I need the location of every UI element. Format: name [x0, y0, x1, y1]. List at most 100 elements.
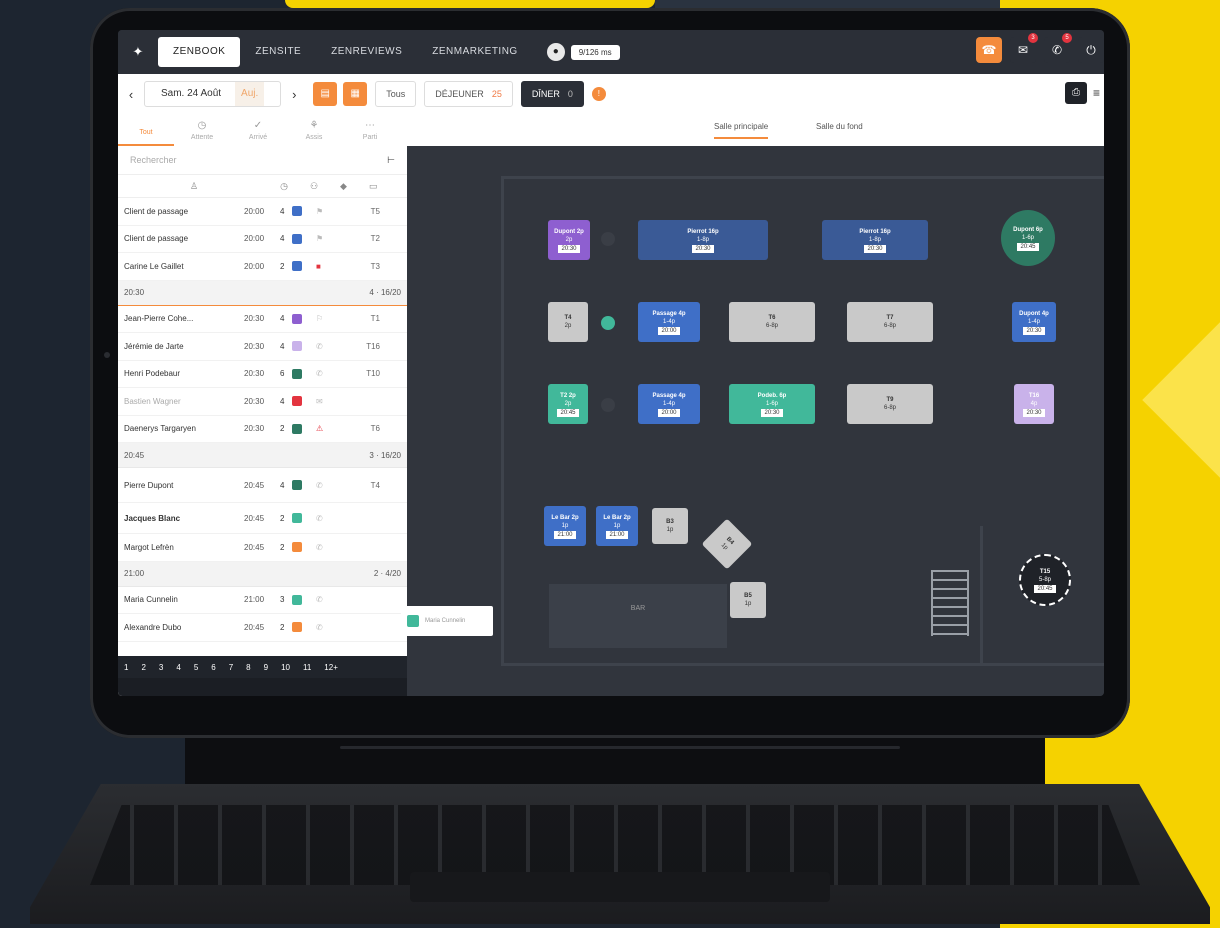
camera-dot [104, 352, 110, 358]
table-passage-4p-b[interactable]: Passage 4p 1-4p 20:00 [638, 384, 700, 424]
table-podeb-6p[interactable]: Podeb. 6p 1-6p 20:30 [729, 384, 815, 424]
prev-day-icon[interactable]: ‹ [118, 87, 144, 102]
account-button[interactable]: ⏻ [1078, 37, 1104, 63]
status-pill[interactable]: 9/126 ms [570, 44, 620, 60]
pager-item[interactable]: 1 [124, 663, 128, 672]
next-day-icon[interactable]: › [281, 87, 307, 102]
chat-icon[interactable]: ● [546, 43, 565, 61]
room-tab-main[interactable]: Salle principale [714, 122, 769, 139]
guests-icon[interactable]: ⚇ [310, 181, 318, 192]
tag-icon[interactable]: ◆ [340, 181, 347, 192]
table-b3[interactable]: B3 1p [652, 508, 688, 544]
pager-item[interactable]: 7 [229, 663, 233, 672]
seat-dot[interactable] [601, 398, 615, 412]
list-item[interactable]: Daenerys Targaryen 20:30 2 ⚠ T6 [118, 416, 407, 443]
list-item[interactable]: Client de passage 20:00 4 ⚑ T5 [118, 198, 407, 226]
phone-button[interactable]: ☎ [976, 37, 1002, 63]
status-badge [292, 480, 302, 490]
today-button[interactable]: Auj. [235, 82, 265, 106]
menu-lines-icon[interactable]: ≡ [1093, 86, 1100, 100]
pager-item[interactable]: 9 [264, 663, 268, 672]
time-group-header[interactable]: 21:00 2 · 4/20 [118, 561, 407, 587]
pager-item[interactable]: 5 [194, 663, 198, 672]
person-icon[interactable]: ♙ [190, 181, 198, 192]
table-t2-2p[interactable]: T2 2p 2p 20:45 [548, 384, 588, 424]
pager-item[interactable]: 3 [159, 663, 163, 672]
list-item[interactable]: Jean-Pierre Cohe... 20:30 4 ⚐ T1 [118, 306, 407, 333]
list-item[interactable]: Client de passage 20:00 4 ⚑ T2 [118, 226, 407, 253]
pager-item[interactable]: 4 [176, 663, 180, 672]
status-badge [292, 341, 302, 352]
time-group-header[interactable]: 20:30 4 · 16/20 [118, 280, 407, 306]
table-passage-4p[interactable]: Passage 4p 1-4p 20:00 [638, 302, 700, 342]
table-le-bar-2p[interactable]: Le Bar 2p 1p 21:00 [544, 506, 586, 546]
pager-item[interactable]: 12+ [324, 663, 338, 672]
top-navigation: ✦ ZENBOOK ZENSITE ZENREVIEWS ZENMARKETIN… [118, 30, 1104, 74]
background-dark-top [655, 0, 1000, 8]
table-le-bar-2p-b[interactable]: Le Bar 2p 1p 21:00 [596, 506, 638, 546]
filter-seated[interactable]: ⚘ Assis [286, 116, 342, 146]
table-t9[interactable]: T9 6-8p [847, 384, 933, 424]
date-picker[interactable]: Sam. 24 Août Auj. [144, 81, 282, 107]
table-t6[interactable]: T6 6-8p [729, 302, 815, 342]
list-item[interactable]: Bastien Wagner 20:30 4 ✉ [118, 388, 407, 416]
filter-all[interactable]: Tout [118, 116, 174, 146]
calls-button[interactable]: ✆ 5 [1044, 33, 1072, 63]
list-item[interactable]: Maria Cunnelin 21:00 3 ✆ [118, 587, 407, 614]
table-dupont-4p[interactable]: Dupont 4p 1-4p 20:30 [1012, 302, 1056, 342]
seat-dot[interactable] [601, 316, 615, 330]
inbox-button[interactable]: ✉ 3 [1010, 33, 1038, 63]
toolbar-right: ⎙ ≡ [1064, 82, 1100, 104]
info-icon[interactable]: ! [591, 87, 606, 101]
search-input[interactable]: Rechercher [130, 155, 177, 165]
hinge-line [340, 746, 900, 749]
collapse-icon[interactable]: ⊢ [387, 155, 395, 166]
table-t4[interactable]: T4 2p [548, 302, 588, 342]
list-item[interactable]: Carine Le Gaillet 20:00 2 ■ T3 [118, 253, 407, 281]
pager-item[interactable]: 8 [246, 663, 250, 672]
time-group-header[interactable]: 20:45 3 · 16/20 [118, 443, 407, 468]
pager-item[interactable]: 10 [281, 663, 290, 672]
table-b5[interactable]: B5 1p [730, 582, 766, 618]
filter-arrived[interactable]: ✓ Arrivé [230, 116, 286, 146]
list-item[interactable]: Jérémie de Jarte 20:30 4 ✆ T16 [118, 333, 407, 361]
menu-icon[interactable]: ✦ [118, 44, 158, 60]
seat-dot[interactable] [601, 232, 615, 246]
room-tab-back[interactable]: Salle du fond [816, 122, 863, 137]
filter-waiting[interactable]: ◷ Attente [174, 116, 230, 146]
tab-zenbook[interactable]: ZENBOOK [158, 37, 241, 67]
search-bar[interactable]: Rechercher ⊢ [118, 146, 407, 175]
table-t16[interactable]: T16 4p 20:30 [1014, 384, 1054, 424]
table-pierrot-16p[interactable]: Pierrot 16p 1-8p 20:30 [638, 220, 768, 260]
table-t15[interactable]: T15 5-8p 20:45 [1019, 554, 1071, 606]
list-item[interactable]: Henri Podebaur 20:30 6 ✆ T10 [118, 361, 407, 388]
table-pierrot-16p-b[interactable]: Pierrot 16p 1-8p 20:30 [822, 220, 928, 260]
status-badge [292, 261, 302, 272]
table-icon[interactable]: ▭ [369, 181, 378, 192]
tab-zenreviews[interactable]: ZENREVIEWS [316, 37, 417, 67]
list-item[interactable]: Jacques Blanc 20:45 2 ✆ [118, 503, 407, 534]
print-icon[interactable]: ⎙ [1064, 82, 1087, 104]
list-item[interactable]: Pierre Dupont 20:45 4 ✆ T4 [118, 468, 407, 503]
calendar-icon[interactable]: ▦ [343, 82, 368, 106]
service-lunch[interactable]: DÉJEUNER 25 [424, 81, 513, 107]
table-dupont-6p[interactable]: Dupont 6p 1-6p 20:45 [1001, 210, 1055, 266]
pager-secondary [118, 678, 407, 696]
list-item[interactable]: Alexandre Dubo 20:45 2 ✆ [118, 614, 407, 642]
tab-zenmarketing[interactable]: ZENMARKETING [417, 37, 532, 67]
status-badge [292, 423, 302, 434]
list-view-icon[interactable]: ▤ [313, 82, 338, 106]
pager-item[interactable]: 11 [303, 663, 311, 672]
trackpad [410, 872, 830, 902]
tab-zensite[interactable]: ZENSITE [240, 37, 316, 67]
pager-item[interactable]: 2 [141, 663, 145, 672]
service-dinner[interactable]: DÎNER 0 [520, 81, 584, 107]
table-dupont-2p[interactable]: Dupont 2p 2p 20:30 [548, 220, 590, 260]
list-item[interactable]: Margot Lefrèn 20:45 2 ✆ [118, 534, 407, 562]
drag-preview-card[interactable]: Maria Cunnelin [401, 606, 493, 636]
pager-item[interactable]: 6 [211, 663, 215, 672]
table-t7[interactable]: T7 6-8p [847, 302, 933, 342]
filter-left[interactable]: ⋯ Parti [342, 116, 398, 146]
service-all[interactable]: Tous [375, 81, 417, 107]
clock-icon[interactable]: ◷ [280, 181, 288, 192]
